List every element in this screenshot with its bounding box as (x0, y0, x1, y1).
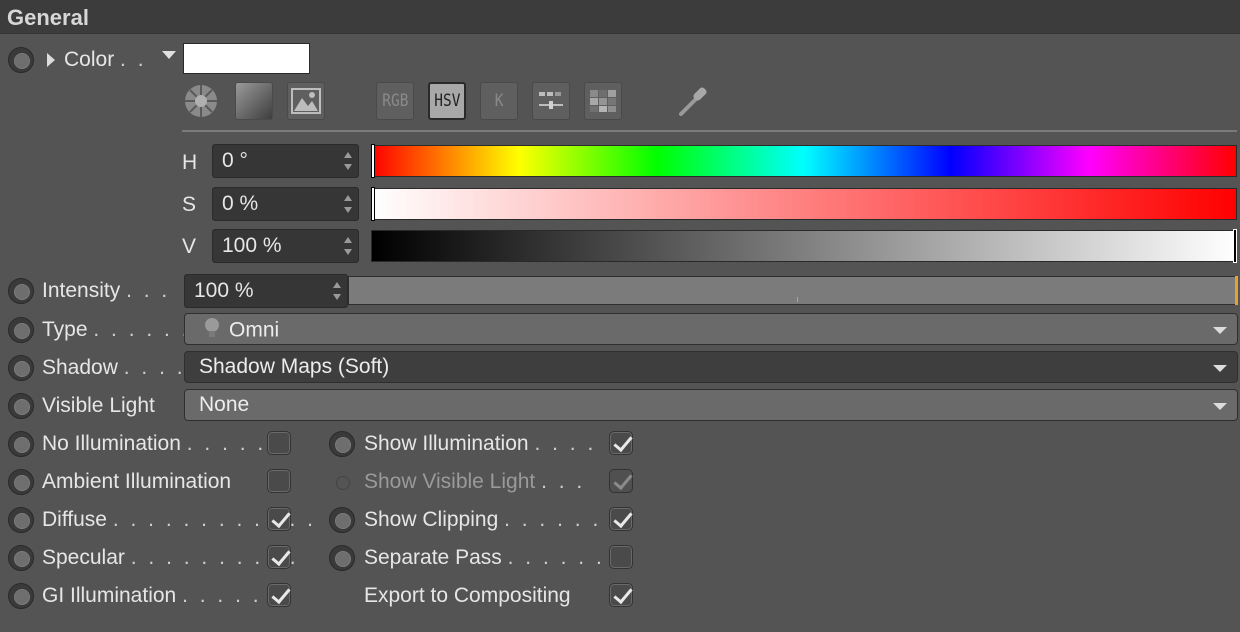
export-to-compositing-checkbox[interactable] (609, 583, 633, 607)
saturation-slider-handle[interactable] (371, 187, 375, 221)
no-illumination-radio[interactable] (8, 431, 34, 457)
s-input[interactable]: 0 % (212, 187, 359, 221)
show-visible-light-radio (329, 469, 355, 495)
intensity-input[interactable]: 100 % (184, 274, 348, 308)
mixer-icon[interactable] (532, 82, 570, 120)
type-dropdown-arrow-icon (1213, 327, 1227, 334)
show-clipping-label: Show Clipping . . . . . . (364, 508, 602, 531)
ambient-illumination-radio[interactable] (8, 469, 34, 495)
separate-pass-radio[interactable] (329, 545, 355, 571)
gi-illumination-radio[interactable] (8, 583, 34, 609)
h-input[interactable]: 0 ° (212, 144, 359, 178)
color-menu-arrow-icon[interactable] (162, 51, 176, 59)
visible-light-dropdown-arrow-icon (1213, 403, 1227, 410)
intensity-slider-handle[interactable] (1235, 276, 1238, 305)
kelvin-mode-button[interactable]: K (480, 82, 518, 120)
gi-illumination-checkbox[interactable] (267, 583, 291, 607)
image-icon[interactable] (287, 82, 325, 120)
shadow-label: Shadow . . . . (42, 356, 186, 379)
v-stepper[interactable] (344, 237, 353, 255)
visible-light-animate-radio[interactable] (8, 393, 34, 419)
value-slider-handle[interactable] (1233, 229, 1237, 263)
color-wheel-icon[interactable] (182, 82, 220, 120)
specular-radio[interactable] (8, 545, 34, 571)
intensity-slider[interactable] (348, 276, 1238, 305)
intensity-animate-radio[interactable] (8, 278, 34, 304)
show-illumination-checkbox[interactable] (609, 431, 633, 455)
value-slider[interactable] (371, 229, 1237, 263)
hue-slider-handle[interactable] (371, 144, 375, 178)
s-label: S (182, 193, 197, 216)
h-stepper[interactable] (344, 152, 353, 170)
v-input[interactable]: 100 % (212, 229, 359, 263)
swatches-icon[interactable] (584, 82, 622, 120)
intensity-default-tick (797, 297, 798, 302)
s-stepper[interactable] (344, 195, 353, 213)
v-label: V (182, 235, 197, 258)
no-illumination-label: No Illumination . . . . . (42, 432, 267, 455)
eyedropper-icon[interactable] (673, 82, 711, 120)
hsv-mode-button[interactable]: HSV (428, 82, 466, 120)
no-illumination-checkbox[interactable] (267, 431, 291, 455)
section-title: General (7, 5, 89, 30)
visible-light-dropdown[interactable]: None (184, 389, 1238, 421)
intensity-stepper[interactable] (333, 282, 342, 300)
specular-label: Specular . . . . . . . . . . (42, 546, 299, 569)
h-label: H (182, 151, 198, 174)
visible-light-label: Visible Light (42, 394, 155, 417)
diffuse-radio[interactable] (8, 507, 34, 533)
shadow-animate-radio[interactable] (8, 355, 34, 381)
hue-slider[interactable] (371, 144, 1237, 178)
ambient-illumination-label: Ambient Illumination (42, 470, 232, 493)
show-visible-light-checkbox (609, 469, 633, 493)
show-clipping-checkbox[interactable] (609, 507, 633, 531)
type-dropdown[interactable]: Omni (184, 313, 1238, 345)
show-visible-light-label: Show Visible Light . . . (364, 470, 586, 493)
specular-checkbox[interactable] (267, 545, 291, 569)
gi-illumination-label: GI Illumination . . . . . (42, 584, 262, 607)
saturation-slider[interactable] (371, 187, 1237, 221)
shadow-dropdown-arrow-icon (1213, 365, 1227, 372)
color-animate-radio[interactable] (8, 47, 34, 73)
show-clipping-radio[interactable] (329, 507, 355, 533)
expand-color-icon[interactable] (47, 53, 55, 67)
ambient-illumination-checkbox[interactable] (267, 469, 291, 493)
intensity-label: Intensity . . . (42, 279, 171, 302)
show-illumination-radio[interactable] (329, 431, 355, 457)
gradient-icon[interactable] (235, 82, 273, 120)
export-to-compositing-label: Export to Compositing (364, 584, 571, 607)
color-label: Color . . (64, 48, 147, 71)
rgb-mode-button[interactable]: RGB (376, 82, 414, 120)
color-swatch[interactable] (183, 43, 310, 74)
type-animate-radio[interactable] (8, 317, 34, 343)
section-header: General (0, 0, 1240, 34)
show-illumination-label: Show Illumination . . . . (364, 432, 597, 455)
separate-pass-label: Separate Pass . . . . . . . (364, 546, 623, 569)
toolbar-separator (182, 130, 1237, 132)
separate-pass-checkbox[interactable] (609, 545, 633, 569)
omni-light-icon (203, 317, 221, 345)
diffuse-checkbox[interactable] (267, 507, 291, 531)
shadow-dropdown[interactable]: Shadow Maps (Soft) (184, 351, 1238, 383)
